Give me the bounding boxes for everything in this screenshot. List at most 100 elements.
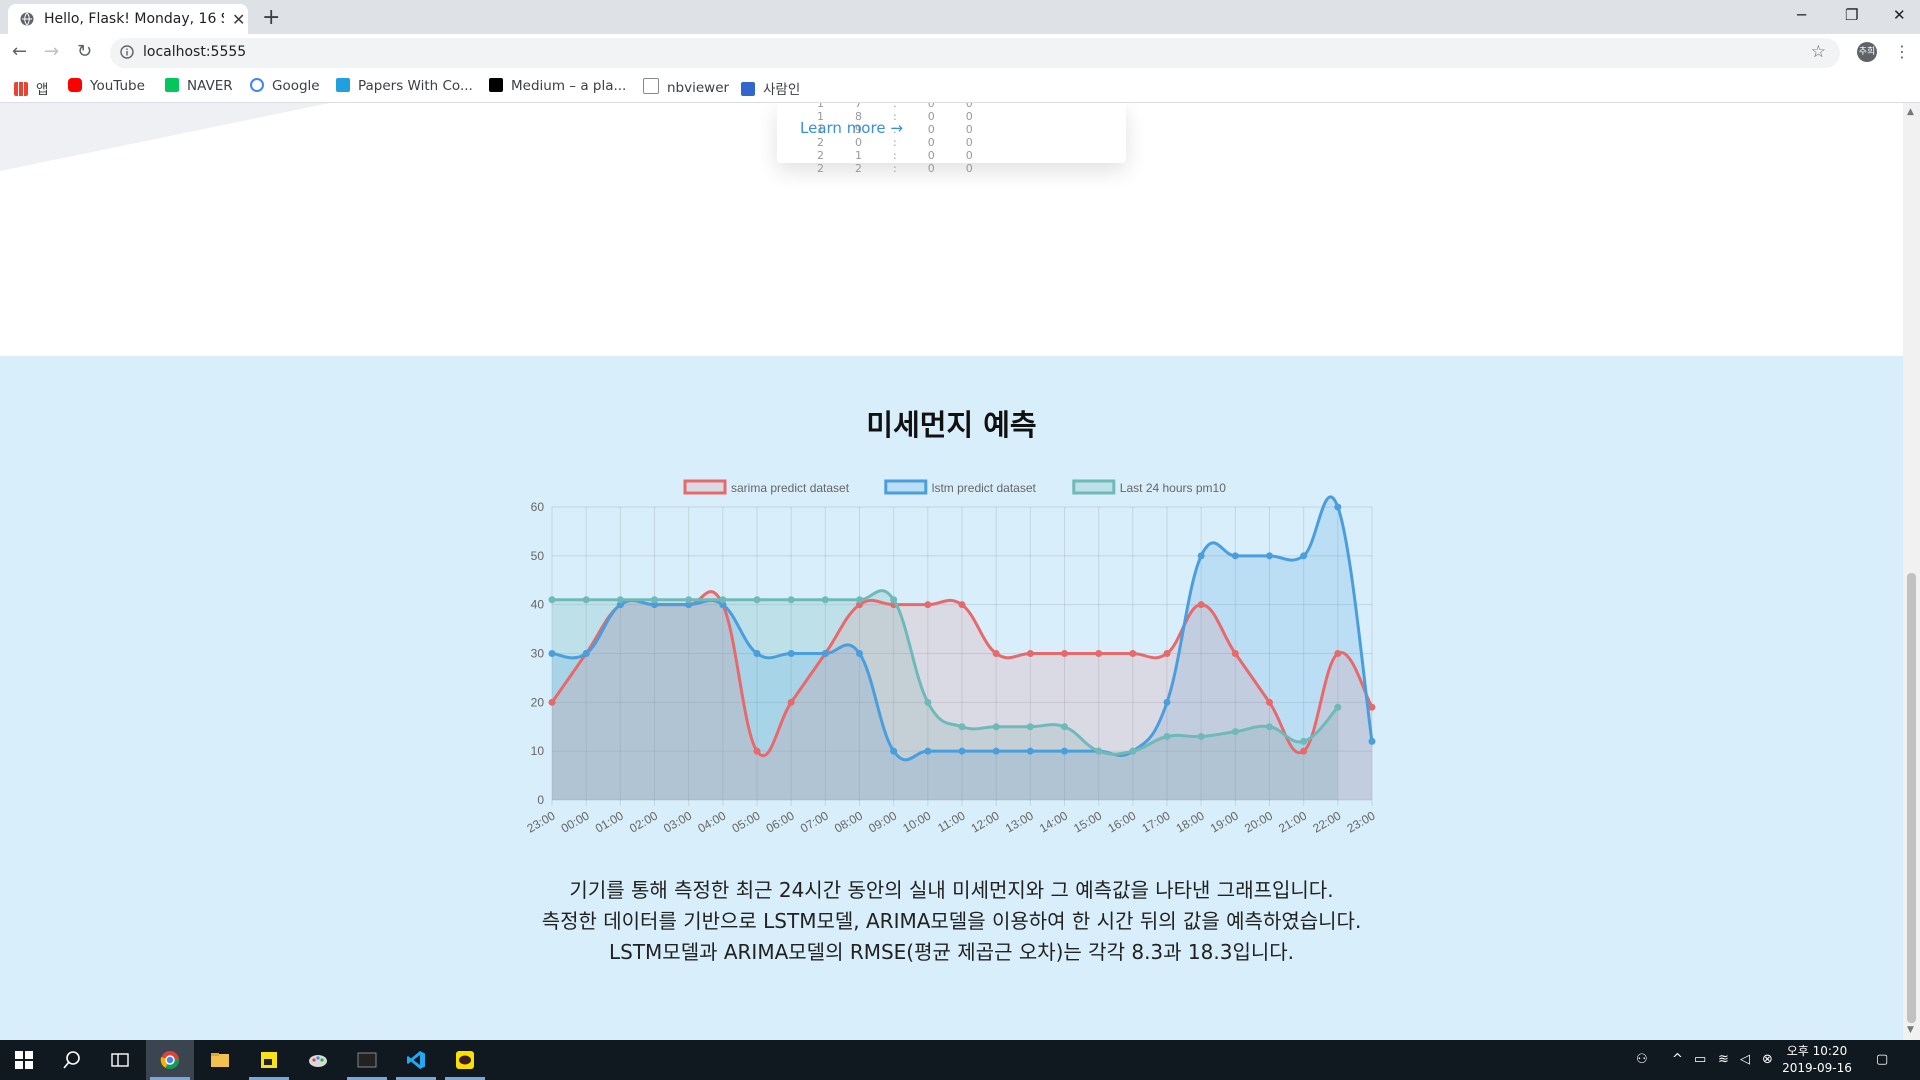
x-tick-label: 00:00 xyxy=(559,808,592,835)
data-point xyxy=(1266,552,1273,560)
data-point xyxy=(1163,733,1171,741)
bookmark-youtube[interactable]: YouTube xyxy=(68,78,145,96)
chrome-taskbar-app[interactable] xyxy=(146,1040,194,1080)
google-icon xyxy=(250,78,264,92)
notifications-icon[interactable]: ▢ xyxy=(1876,1052,1888,1067)
browser-toolbar: ← → ↻ localhost:5555 ☆ 추희 ⋮ xyxy=(0,34,1920,72)
naver-icon xyxy=(165,78,179,92)
bookmark-nbviewer[interactable]: nbviewer xyxy=(643,78,729,96)
bookmark-star-icon[interactable]: ☆ xyxy=(1811,42,1826,62)
data-point xyxy=(890,747,898,755)
bookmark-papers-with-code[interactable]: Papers With Co... xyxy=(336,78,473,96)
battery-icon[interactable]: ▭ xyxy=(1694,1052,1706,1067)
nbviewer-icon xyxy=(643,78,659,94)
data-point xyxy=(1197,601,1205,609)
data-point xyxy=(1061,723,1068,731)
scroll-thumb[interactable] xyxy=(1907,573,1916,1023)
x-tick-label: 08:00 xyxy=(832,808,865,835)
clock[interactable]: 오후 10:20 2019-09-16 xyxy=(1772,1043,1862,1077)
kakaotalk-taskbar-app[interactable] xyxy=(441,1040,489,1080)
y-tick-label: 40 xyxy=(531,598,545,612)
task-view-button[interactable] xyxy=(96,1040,144,1080)
clock-date: 2019-09-16 xyxy=(1782,1061,1852,1075)
browser-titlebar: Hello, Flask! Monday, 16 Se ✕ + ─ ❐ ✕ xyxy=(0,0,1920,34)
terminal-taskbar-app[interactable] xyxy=(343,1040,391,1080)
medium-icon xyxy=(489,78,503,92)
minimize-icon[interactable]: ─ xyxy=(1797,6,1806,24)
vscode-taskbar-app[interactable] xyxy=(392,1040,440,1080)
kakaotalk-icon xyxy=(456,1051,474,1069)
legend-label: Last 24 hours pm10 xyxy=(1120,481,1226,495)
data-point xyxy=(1095,650,1103,657)
x-tick-label: 12:00 xyxy=(969,808,1002,835)
address-bar[interactable]: localhost:5555 ☆ xyxy=(110,38,1840,68)
description-line: 기기를 통해 측정한 최근 24시간 동안의 실내 미세먼지와 그 예측값을 나… xyxy=(569,878,1334,902)
data-point xyxy=(1026,650,1034,657)
info-icon[interactable] xyxy=(120,45,134,59)
sticky-notes-taskbar-app[interactable] xyxy=(245,1040,293,1080)
x-tick-label: 19:00 xyxy=(1208,808,1241,835)
data-point xyxy=(787,596,795,604)
profile-avatar[interactable]: 추희 xyxy=(1857,42,1877,62)
wifi-icon[interactable]: ≋ xyxy=(1718,1052,1729,1067)
windows-logo-icon xyxy=(15,1051,33,1069)
start-button[interactable] xyxy=(0,1040,48,1080)
data-point xyxy=(1129,650,1137,657)
data-point xyxy=(821,596,829,604)
x-tick-label: 23:00 xyxy=(524,808,557,835)
page-scrollbar[interactable]: ▲ ▼ xyxy=(1903,103,1920,1040)
pm-chart: 010203040506023:00 00:00 01:00 02:00 03:00 04… xyxy=(524,479,1378,836)
scroll-down-icon[interactable]: ▼ xyxy=(1907,1025,1914,1035)
data-point xyxy=(548,596,556,604)
y-tick-label: 20 xyxy=(531,695,545,709)
data-point xyxy=(1231,650,1239,657)
legend-swatch xyxy=(884,479,928,495)
decorative-slant xyxy=(0,103,330,171)
bookmark-naver[interactable]: NAVER xyxy=(165,78,233,96)
data-point xyxy=(548,650,556,657)
x-tick-label: 15:00 xyxy=(1071,808,1104,835)
data-point xyxy=(1061,747,1068,755)
close-window-icon[interactable]: ✕ xyxy=(1893,6,1906,24)
x-tick-label: 05:00 xyxy=(729,808,762,835)
browser-tab[interactable]: Hello, Flask! Monday, 16 Se ✕ xyxy=(8,4,248,34)
x-tick-label: 06:00 xyxy=(764,808,797,835)
bookmark-saramin[interactable]: 사람인 xyxy=(741,78,800,98)
paint-taskbar-app[interactable] xyxy=(294,1040,342,1080)
learn-more-link[interactable]: Learn more → xyxy=(800,119,903,137)
x-tick-label: 20:00 xyxy=(1242,808,1275,835)
data-point xyxy=(1129,747,1137,755)
show-hidden-icons-icon[interactable]: ^ xyxy=(1672,1052,1683,1067)
x-tick-label: 04:00 xyxy=(695,808,728,835)
data-point xyxy=(856,596,863,604)
x-tick-label: 07:00 xyxy=(798,808,831,835)
people-icon[interactable]: ⚇ xyxy=(1636,1052,1648,1067)
bookmark-google[interactable]: Google xyxy=(250,78,320,96)
restore-icon[interactable]: ❐ xyxy=(1845,6,1858,24)
scroll-up-icon[interactable]: ▲ xyxy=(1907,107,1914,117)
info-card: 17:00 18:00 19:00 20:00 21:00 22:00 Lear… xyxy=(777,103,1126,175)
data-point xyxy=(1231,728,1239,736)
data-point xyxy=(992,723,1000,731)
data-point xyxy=(1026,723,1034,731)
clock-time: 오후 10:20 xyxy=(1786,1044,1848,1058)
close-tab-icon[interactable]: ✕ xyxy=(232,10,245,29)
bookmark-apps[interactable]: 앱 xyxy=(14,78,48,98)
file-explorer-taskbar-app[interactable] xyxy=(196,1040,244,1080)
x-tick-label: 18:00 xyxy=(1174,808,1207,835)
data-point xyxy=(1026,747,1034,755)
paint-icon xyxy=(309,1055,327,1067)
x-tick-label: 02:00 xyxy=(627,808,660,835)
volume-icon[interactable]: ◁ xyxy=(1740,1052,1750,1067)
data-point xyxy=(1266,723,1273,731)
back-icon[interactable]: ← xyxy=(12,41,27,62)
x-tick-label: 14:00 xyxy=(1037,808,1070,835)
forward-icon[interactable]: → xyxy=(44,41,59,62)
data-point xyxy=(582,650,590,657)
new-tab-icon[interactable]: + xyxy=(262,5,280,30)
search-button[interactable] xyxy=(48,1040,96,1080)
bookmark-medium[interactable]: Medium – a pla... xyxy=(489,78,626,96)
data-point xyxy=(992,650,1000,657)
menu-icon[interactable]: ⋮ xyxy=(1894,42,1910,61)
reload-icon[interactable]: ↻ xyxy=(77,41,92,62)
